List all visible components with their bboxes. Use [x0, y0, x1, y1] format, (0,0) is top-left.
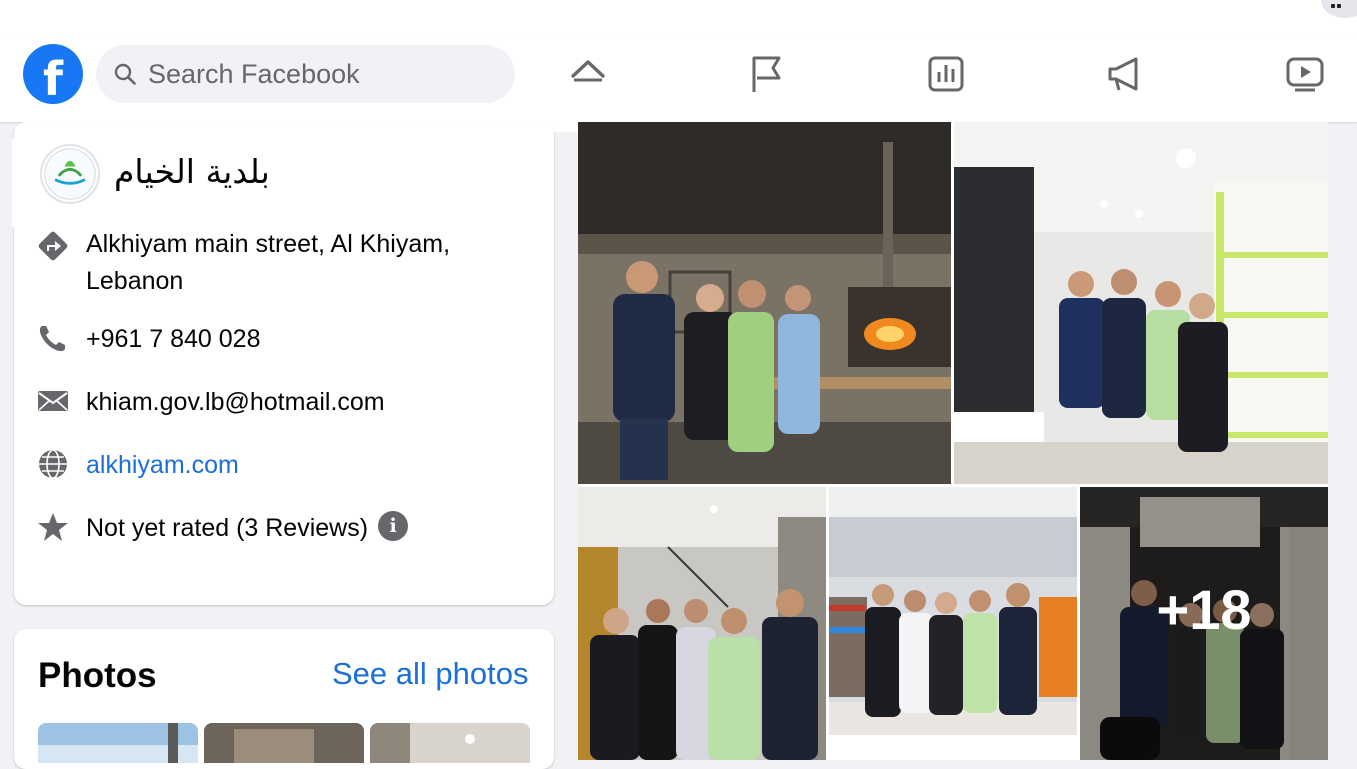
post-photo-more[interactable]: +18: [1080, 487, 1328, 760]
rating-row: Not yet rated (3 Reviews) i: [36, 510, 536, 547]
globe-icon: [39, 449, 67, 479]
photos-heading: Photos: [38, 656, 157, 695]
photos-card: Photos See all photos: [14, 629, 554, 769]
address-line-1: Alkhiyam main street, Al Khiyam,: [86, 230, 451, 258]
page-avatar[interactable]: [40, 144, 100, 204]
website-row: alkhiyam.com: [36, 447, 536, 484]
phone-row: +961 7 840 028: [36, 321, 536, 358]
phone-icon: [39, 326, 65, 352]
home-icon[interactable]: [566, 48, 610, 92]
star-icon: [38, 513, 68, 541]
address-row: Alkhiyam main street, Al Khiyam, Lebanon: [36, 226, 536, 302]
see-all-photos-link[interactable]: See all photos: [332, 656, 528, 692]
directions-icon: [38, 231, 68, 261]
address-line-2: Lebanon: [86, 267, 184, 295]
chart-icon[interactable]: [924, 52, 968, 96]
email-row: khiam.gov.lb@hotmail.com: [36, 384, 536, 421]
intro-card: بلدية الخيام Alkhiyam main street, Al Kh…: [12, 122, 554, 605]
website-link[interactable]: alkhiyam.com: [86, 447, 239, 484]
more-photos-count: +18: [1156, 578, 1252, 641]
people: [590, 589, 818, 760]
top-navigation-bar: f: [0, 34, 1357, 122]
photo-thumbnail[interactable]: [204, 723, 364, 763]
info-icon[interactable]: i: [378, 511, 409, 542]
search-icon: [114, 63, 136, 85]
rating-text: Not yet rated (3 Reviews) i: [86, 510, 409, 547]
photo-thumbnail[interactable]: [38, 723, 198, 763]
search-input[interactable]: [148, 57, 488, 91]
facebook-logo[interactable]: f: [23, 44, 83, 106]
page-name[interactable]: بلدية الخيام: [114, 152, 274, 191]
video-icon[interactable]: [1283, 52, 1327, 96]
email-address[interactable]: khiam.gov.lb@hotmail.com: [86, 384, 385, 421]
rating-label: Not yet rated (3 Reviews): [86, 514, 369, 542]
post-photo[interactable]: [578, 122, 951, 484]
browser-strip: [0, 0, 1357, 34]
post-photo[interactable]: [578, 487, 826, 760]
post-photo-grid: +18: [578, 120, 1328, 760]
post-photo[interactable]: [954, 122, 1328, 484]
post-photo[interactable]: [829, 487, 1077, 735]
mail-icon: [38, 391, 68, 411]
search-box[interactable]: [96, 45, 515, 103]
phone-number: +961 7 840 028: [86, 325, 261, 353]
megaphone-icon[interactable]: [1104, 52, 1148, 96]
photo-thumbnail[interactable]: [370, 723, 530, 763]
menu-icon[interactable]: [1321, 0, 1357, 18]
flag-icon[interactable]: [745, 52, 789, 96]
